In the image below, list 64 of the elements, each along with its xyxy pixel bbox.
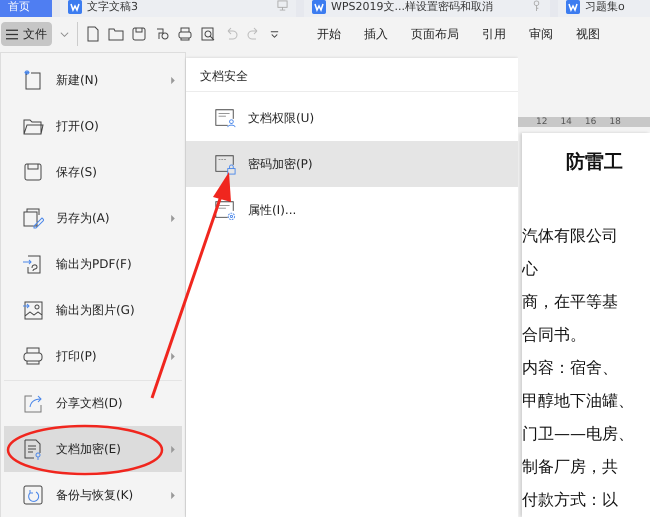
preview-icon[interactable] (200, 26, 216, 42)
submenu-item[interactable]: 密码加密(P) (186, 141, 518, 187)
folder-icon[interactable] (108, 26, 124, 42)
ribbon-tab[interactable]: 开始 (309, 26, 349, 42)
document-title: 防雷工 (565, 150, 624, 175)
menu-item[interactable]: 打开(O) (4, 103, 182, 149)
document-text: 门卫——电房、 (522, 423, 635, 445)
ruler-number: 14 (560, 117, 572, 127)
ribbon-tab[interactable]: 页面布局 (403, 26, 467, 42)
ribbon-tab[interactable]: 插入 (356, 26, 396, 42)
caret-icon (170, 444, 176, 454)
caret-icon (170, 214, 176, 222)
caret-icon (170, 76, 176, 84)
document-lock-icon (214, 153, 236, 175)
ribbon-tab[interactable]: 审阅 (521, 26, 561, 42)
menu-item[interactable]: 另存为(A) (4, 195, 182, 241)
document-icon (566, 0, 580, 14)
monitor-icon (277, 0, 288, 11)
ruler-number: 12 (536, 117, 548, 127)
document-text: 商，在平等基 (522, 291, 619, 313)
submenu-item[interactable]: 属性(I)... (186, 187, 518, 233)
print-icon[interactable] (177, 26, 193, 42)
menu-item[interactable]: 新建(N) (4, 57, 182, 103)
menu-item[interactable]: 打印(P) (4, 333, 182, 379)
document-gear-icon (214, 199, 236, 221)
document-text: 汽体有限公司 (522, 225, 619, 247)
save-icon (22, 161, 44, 183)
document-text: 付款方式：以 (522, 489, 619, 511)
restore-icon (22, 484, 44, 506)
dropdown-icon[interactable] (269, 28, 280, 40)
ribbon-tab[interactable]: 视图 (568, 26, 608, 42)
file-menu-button[interactable]: 文件 (1, 22, 52, 46)
menu-item[interactable]: 输出为图片(G) (4, 287, 182, 333)
menu-item[interactable]: 保存(S) (4, 149, 182, 195)
print-icon (22, 345, 44, 367)
new-document-icon[interactable] (85, 26, 101, 42)
document-text: 合同书。 (522, 324, 587, 346)
ribbon-tab[interactable]: 引用 (474, 26, 514, 42)
document-tab[interactable]: 首页 (0, 0, 52, 17)
document-icon (68, 0, 82, 14)
document-tab[interactable]: WPS2019文...样设置密码和取消 (304, 0, 550, 17)
document-tab[interactable]: 习题集o (558, 0, 650, 17)
menu-item[interactable]: 分享文档(D) (4, 380, 182, 426)
ruler-number: 18 (609, 117, 621, 127)
menu-item[interactable]: 文档加密(E) (4, 426, 182, 472)
save-as-icon (22, 207, 44, 229)
document-icon (312, 0, 326, 14)
format-painter-icon[interactable] (154, 26, 170, 42)
caret-icon (170, 352, 176, 360)
image-icon (22, 299, 44, 321)
save-icon[interactable] (131, 26, 147, 42)
document-user-icon (214, 107, 236, 129)
submenu-item[interactable]: 文档权限(U) (186, 95, 518, 141)
ruler-number: 16 (584, 117, 596, 127)
document-text: 内容：宿舍、 (522, 357, 619, 379)
menu-item[interactable]: 输出为PDF(F) (4, 241, 182, 287)
submenu-title: 文档安全 (199, 68, 249, 85)
caret-icon (170, 490, 176, 500)
document-text: 心 (522, 258, 539, 280)
menu-icon (6, 28, 18, 40)
document-text: 制备厂房，共 (522, 456, 619, 478)
document-tab[interactable]: 文字文稿3 (60, 0, 296, 17)
menu-item[interactable]: 备份与恢复(K) (4, 472, 182, 517)
document-text: 甲醇地下油罐、 (522, 390, 635, 412)
